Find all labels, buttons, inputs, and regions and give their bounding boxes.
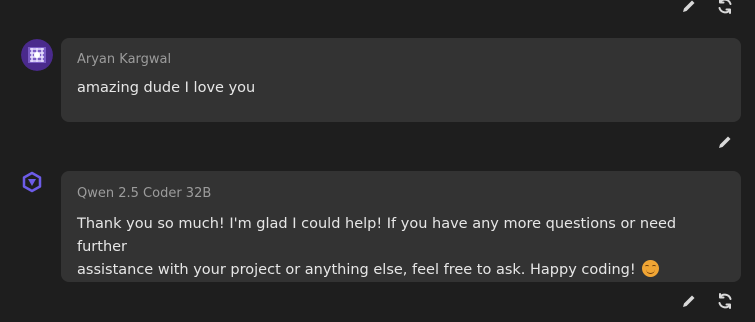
user-avatar-icon	[21, 39, 53, 71]
regenerate-button[interactable]	[714, 0, 736, 17]
user-avatar[interactable]	[21, 39, 53, 71]
edit-button[interactable]	[714, 131, 736, 153]
regenerate-button[interactable]	[714, 290, 736, 312]
sender-name: Aryan Kargwal	[77, 52, 172, 67]
message-line-text: assistance with your project or anything…	[77, 262, 636, 278]
user-message-bubble: Aryan Kargwal amazing dude I love you	[61, 38, 741, 122]
refresh-icon	[718, 293, 732, 309]
pencil-icon	[683, 295, 695, 307]
assistant-avatar	[21, 171, 53, 203]
message-line-2: assistance with your project or anything…	[77, 259, 725, 282]
message-text: amazing dude I love you	[77, 80, 256, 96]
pencil-icon	[683, 0, 695, 12]
sender-name: Qwen 2.5 Coder 32B	[77, 186, 212, 201]
message-text: Thank you so much! I'm glad I could help…	[77, 213, 725, 282]
qwen-logo-icon	[22, 171, 42, 193]
pencil-icon	[719, 136, 731, 148]
edit-button[interactable]	[678, 0, 700, 17]
refresh-icon	[718, 0, 732, 14]
smiling-face-icon	[642, 260, 660, 277]
edit-button[interactable]	[678, 290, 700, 312]
assistant-message-bubble: Qwen 2.5 Coder 32B Thank you so much! I'…	[61, 171, 741, 282]
message-line: Thank you so much! I'm glad I could help…	[77, 216, 677, 255]
